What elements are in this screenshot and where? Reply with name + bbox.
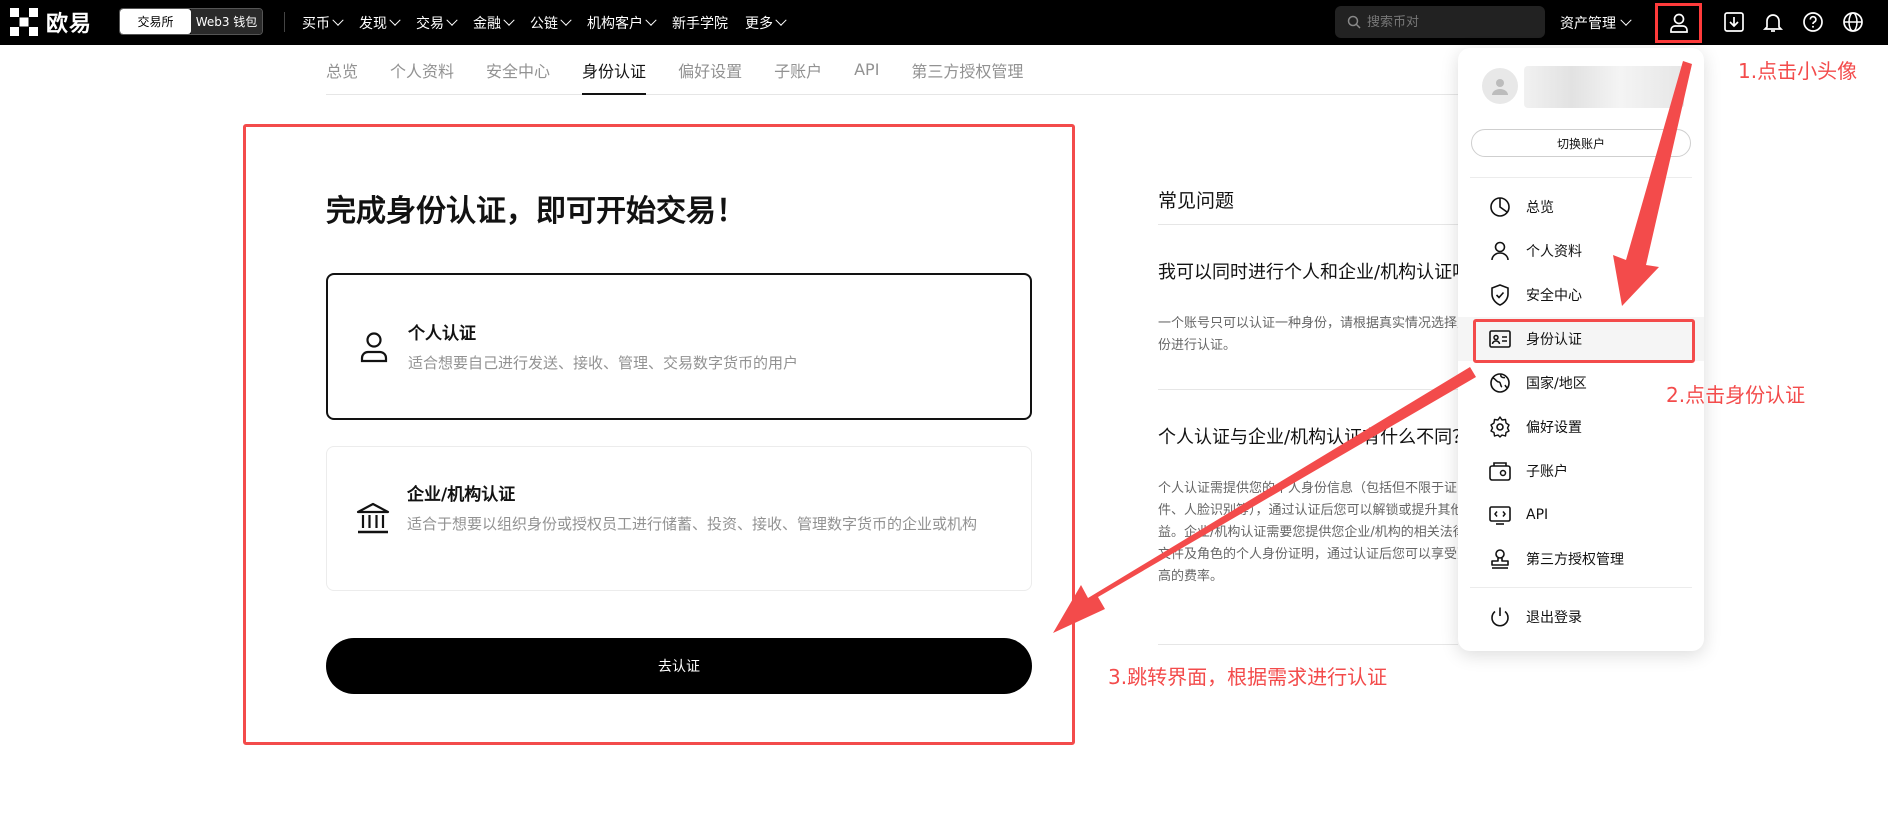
annotation-arrow	[1053, 367, 1476, 633]
annotation-step-3: 3.跳转界面，根据需求进行认证	[1108, 665, 1388, 689]
annotation-arrow	[1613, 61, 1692, 306]
annotation-step-2: 2.点击身份认证	[1666, 383, 1806, 407]
annotation-arrows	[1053, 61, 1692, 633]
annotation-step-1: 1.点击小头像	[1738, 59, 1858, 83]
